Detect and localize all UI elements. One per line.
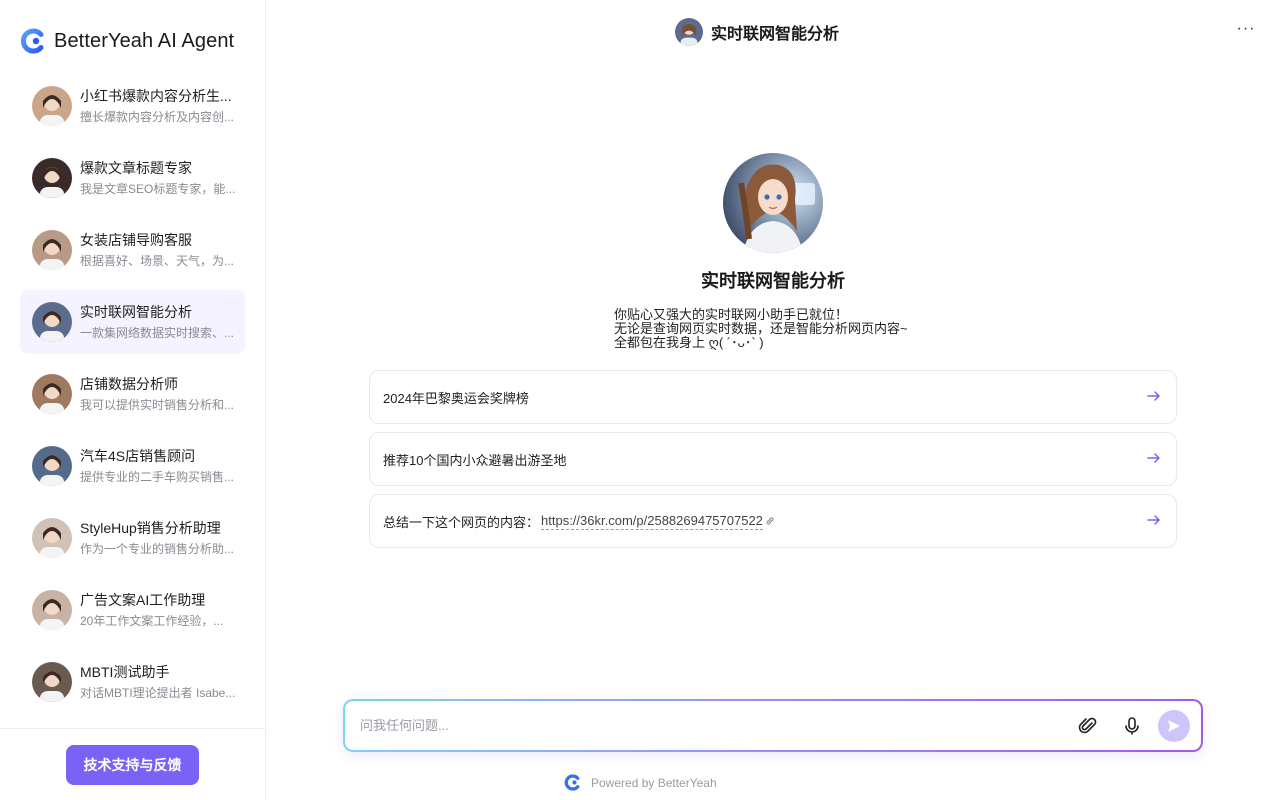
sidebar-agent-item[interactable]: 广告文案AI工作助理 20年工作文案工作经验，... — [20, 578, 245, 642]
sidebar: BetterYeah AI Agent 小红书爆款内容分析生... 擅长爆款内容分… — [0, 0, 266, 800]
agent-name: StyleHup销售分析助理 — [80, 520, 221, 536]
betteryeah-logo-icon — [20, 28, 44, 54]
agent-desc: 对话MBTI理论提出者 Isabe... — [80, 686, 236, 700]
send-icon — [1168, 720, 1180, 732]
suggestion-item[interactable]: 推荐10个国内小众避暑出游圣地 — [369, 432, 1177, 486]
intro-line: 无论是查询网页实时数据，还是智能分析网页内容~ — [614, 321, 908, 336]
chat-composer — [343, 699, 1203, 752]
avatar-image-icon — [32, 302, 72, 342]
arrow-right-icon — [1147, 453, 1160, 463]
avatar-image-icon — [32, 158, 72, 198]
agent-desc: 一款集网络数据实时搜索、... — [80, 326, 235, 340]
agent-desc: 提供专业的二手车购买销售... — [80, 470, 235, 484]
agent-name: 小红书爆款内容分析生... — [80, 88, 232, 104]
agent-desc: 根据喜好、场景、天气，为... — [80, 254, 235, 268]
agent-avatar — [32, 590, 72, 630]
sidebar-agent-item[interactable]: 实时联网智能分析一款集网络数据实时搜索、... — [20, 290, 245, 354]
avatar-image-icon — [675, 18, 703, 46]
suggestion-item[interactable]: 总结一下这个网页的内容： https://36kr.com/p/25882694… — [369, 494, 1177, 548]
brand-name: BetterYeah AI Agent — [54, 29, 235, 52]
agent-desc: 擅长爆款内容分析及内容创... — [80, 110, 235, 124]
agent-text: 实时联网智能分析一款集网络数据实时搜索、... — [80, 302, 240, 342]
suggestion-text: 2024年巴黎奥运会奖牌榜 — [383, 390, 529, 406]
agent-text: 广告文案AI工作助理 20年工作文案工作经验，... — [80, 590, 240, 630]
agent-text: 店铺数据分析师我可以提供实时销售分析和... — [80, 374, 240, 414]
hero-intro-text: 你贴心又强大的实时联网小助手已就位！ 无论是查询网页实时数据，还是智能分析网页内… — [614, 308, 908, 350]
agent-name: 女装店铺导购客服 — [80, 232, 192, 248]
agent-desc: 20年工作文案工作经验，... — [80, 614, 224, 628]
agent-text: 女装店铺导购客服根据喜好、场景、天气，为... — [80, 230, 240, 270]
avatar-image-icon — [723, 153, 823, 253]
agent-text: 爆款文章标题专家我是文章SEO标题专家，能... — [80, 158, 240, 198]
avatar-image-icon — [32, 230, 72, 270]
header-avatar — [675, 18, 703, 46]
microphone-icon[interactable] — [1122, 716, 1142, 736]
agent-name: 实时联网智能分析 — [80, 304, 192, 320]
avatar-image-icon — [32, 374, 72, 414]
agent-name: MBTI测试助手 — [80, 664, 170, 680]
arrow-right-icon — [1147, 391, 1160, 401]
agent-avatar — [32, 158, 72, 198]
sidebar-agent-item[interactable]: 爆款文章标题专家我是文章SEO标题专家，能... — [20, 146, 245, 210]
agent-name: 店铺数据分析师 — [80, 376, 178, 392]
agent-header: 实时联网智能分析 — [675, 18, 839, 46]
suggestion-list: 2024年巴黎奥运会奖牌榜 推荐10个国内小众避暑出游圣地 总结一下这个网页的内… — [369, 370, 1177, 556]
powered-by: Powered by BetterYeah — [564, 774, 717, 791]
powered-by-text: Powered by BetterYeah — [591, 775, 717, 790]
agent-text: 汽车4S店销售顾问提供专业的二手车购买销售... — [80, 446, 240, 486]
topbar: 实时联网智能分析 ··· — [266, 0, 1280, 64]
agent-avatar — [32, 518, 72, 558]
arrow-right-icon — [1147, 515, 1160, 525]
agent-intro: 实时联网智能分析 你贴心又强大的实时联网小助手已就位！ 无论是查询网页实时数据，… — [266, 153, 1280, 350]
agent-list: 小红书爆款内容分析生... 擅长爆款内容分析及内容创... 爆款文章标题专家我是文章… — [20, 74, 245, 722]
header-title: 实时联网智能分析 — [711, 26, 840, 43]
hero-avatar — [723, 153, 823, 253]
agent-desc: 我是文章SEO标题专家，能... — [80, 182, 236, 196]
chat-main: 实时联网智能分析 ··· 实时联网智能分析 你贴心又强大的实时联网小助手已就位！… — [266, 0, 1280, 800]
link-icon — [766, 517, 774, 525]
suggestion-text: 推荐10个国内小众避暑出游圣地 — [383, 452, 567, 468]
send-button[interactable] — [1158, 710, 1190, 742]
avatar-image-icon — [32, 446, 72, 486]
suggestion-text: 总结一下这个网页的内容： — [383, 514, 540, 530]
agent-text: StyleHup销售分析助理 作为一个专业的销售分析助... — [80, 518, 240, 558]
suggestion-item[interactable]: 2024年巴黎奥运会奖牌榜 — [369, 370, 1177, 424]
sidebar-agent-item[interactable]: MBTI测试助手对话MBTI理论提出者 Isabe... — [20, 650, 245, 714]
composer-inner — [345, 701, 1201, 750]
sidebar-agent-item[interactable]: 女装店铺导购客服根据喜好、场景、天气，为... — [20, 218, 245, 282]
agent-text: MBTI测试助手对话MBTI理论提出者 Isabe... — [80, 662, 240, 702]
sidebar-agent-item[interactable]: 汽车4S店销售顾问提供专业的二手车购买销售... — [20, 434, 245, 498]
more-options-icon[interactable]: ··· — [1234, 21, 1258, 42]
message-input[interactable] — [360, 701, 1040, 750]
agent-name: 汽车4S店销售顾问 — [80, 448, 196, 464]
sidebar-footer: 技术支持与反馈 — [0, 728, 265, 800]
intro-line: 你贴心又强大的实时联网小助手已就位！ — [614, 307, 849, 322]
sidebar-agent-item[interactable]: 店铺数据分析师我可以提供实时销售分析和... — [20, 362, 245, 426]
agent-avatar — [32, 662, 72, 702]
hero-agent-name: 实时联网智能分析 — [701, 271, 845, 291]
sidebar-agent-item[interactable]: 小红书爆款内容分析生... 擅长爆款内容分析及内容创... — [20, 74, 245, 138]
agent-avatar — [32, 446, 72, 486]
avatar-image-icon — [32, 590, 72, 630]
agent-name: 爆款文章标题专家 — [80, 160, 192, 176]
attachment-icon[interactable] — [1078, 716, 1098, 736]
support-feedback-button[interactable]: 技术支持与反馈 — [66, 745, 199, 785]
avatar-image-icon — [32, 86, 72, 126]
agent-avatar — [32, 302, 72, 342]
suggestion-link[interactable]: https://36kr.com/p/2588269475707522 — [541, 513, 763, 530]
agent-avatar — [32, 230, 72, 270]
betteryeah-logo-icon — [564, 774, 580, 791]
agent-avatar — [32, 374, 72, 414]
avatar-image-icon — [32, 518, 72, 558]
agent-text: 小红书爆款内容分析生... 擅长爆款内容分析及内容创... — [80, 86, 240, 126]
agent-name: 广告文案AI工作助理 — [80, 592, 206, 608]
intro-line: 全都包在我身上 ღ( ´･ᴗ･` ) — [614, 335, 764, 350]
sidebar-agent-item[interactable]: StyleHup销售分析助理 作为一个专业的销售分析助... — [20, 506, 245, 570]
avatar-image-icon — [32, 662, 72, 702]
agent-desc: 作为一个专业的销售分析助... — [80, 542, 235, 556]
agent-avatar — [32, 86, 72, 126]
brand[interactable]: BetterYeah AI Agent — [20, 28, 234, 54]
agent-desc: 我可以提供实时销售分析和... — [80, 398, 235, 412]
